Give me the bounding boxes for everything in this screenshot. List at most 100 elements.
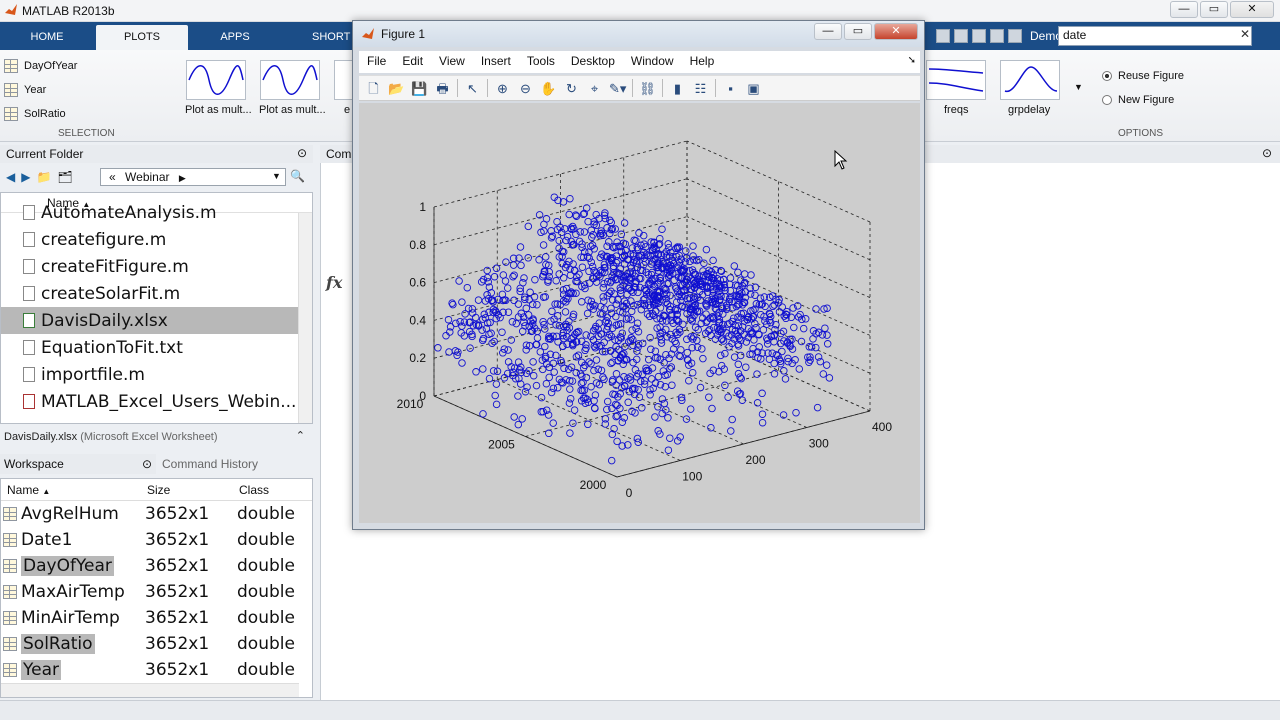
collapse-details-icon[interactable]: ⌃ (296, 429, 305, 442)
data-point (601, 420, 610, 428)
selection-item-dayofyear[interactable]: DayOfYear (4, 56, 77, 76)
zoom-in-icon[interactable]: ⊕ (494, 80, 511, 97)
plot-gallery-item-3[interactable] (334, 60, 354, 100)
file-list-scrollbar[interactable] (298, 213, 312, 423)
table-row[interactable]: Date1 3652x1 double (1, 527, 312, 553)
panel-menu-icon[interactable]: ⊙ (297, 146, 307, 160)
print-icon[interactable]: 🖶 (434, 80, 451, 97)
menu-view[interactable]: View (431, 51, 473, 73)
selection-item-year[interactable]: Year (4, 80, 46, 100)
tab-apps[interactable]: APPS (196, 25, 274, 50)
legend-icon[interactable]: ☷ (692, 80, 709, 97)
save-icon[interactable]: 💾 (411, 80, 428, 97)
folder-path-box[interactable]: « Webinar ▶ (100, 168, 286, 186)
close-button[interactable]: ✕ (1230, 1, 1274, 18)
plot-gallery-item-1[interactable] (186, 60, 246, 100)
file-item-selected[interactable]: DavisDaily.xlsx (1, 307, 312, 334)
function-browser-icon[interactable]: fx (326, 273, 342, 292)
hide-tools-icon[interactable]: ▪ (722, 80, 739, 97)
figure-minimize-button[interactable]: — (814, 23, 842, 40)
gallery-expand-icon[interactable]: ▼ (1074, 82, 1083, 92)
panel-menu-icon[interactable]: ⊙ (142, 457, 152, 471)
menu-insert[interactable]: Insert (473, 51, 519, 73)
data-point (492, 314, 500, 323)
copy-icon[interactable] (972, 29, 986, 43)
table-row[interactable]: SolRatio 3652x1 double (1, 631, 312, 657)
pan-icon[interactable]: ✋ (540, 80, 557, 97)
menu-tools[interactable]: Tools (519, 51, 563, 73)
file-item[interactable]: createSolarFit.m (1, 280, 312, 307)
table-row[interactable]: AvgRelHum 3652x1 double (1, 501, 312, 527)
figure-close-button[interactable]: ✕ (874, 23, 918, 40)
paste-icon[interactable] (990, 29, 1004, 43)
z-tick-label: 0.2 (409, 351, 426, 365)
plot-gallery-item-2[interactable] (260, 60, 320, 100)
search-documentation-input[interactable]: date (1058, 26, 1252, 46)
tab-shortcuts[interactable]: SHORT (284, 25, 354, 50)
browse-folder-icon[interactable]: 🗂 (57, 170, 72, 184)
table-row[interactable]: DayOfYear 3652x1 double (1, 553, 312, 579)
data-point (770, 370, 779, 378)
file-item[interactable]: AutomateAnalysis.m (1, 199, 312, 226)
figure-maximize-button[interactable]: ▭ (844, 23, 872, 40)
reuse-figure-option[interactable]: Reuse Figure (1102, 70, 1184, 82)
undo-icon[interactable] (1008, 29, 1022, 43)
selection-item-solratio[interactable]: SolRatio (4, 104, 66, 124)
brush-icon[interactable]: ✎▾ (609, 80, 626, 97)
dock-arrow-icon[interactable]: ➘ (908, 55, 916, 66)
edit-plot-icon[interactable]: ↖ (464, 80, 481, 97)
panel-menu-icon[interactable]: ⊙ (1262, 146, 1272, 160)
data-point (686, 405, 695, 413)
file-item[interactable]: EquationToFit.txt (1, 334, 312, 361)
tab-workspace[interactable]: Workspace ⊙ (0, 454, 156, 474)
menu-help[interactable]: Help (682, 51, 723, 73)
zoom-out-icon[interactable]: ⊖ (517, 80, 534, 97)
menu-edit[interactable]: Edit (394, 51, 431, 73)
search-folder-icon[interactable]: 🔍 (290, 169, 305, 183)
col-class[interactable]: Class (233, 483, 303, 500)
file-item[interactable]: createfigure.m (1, 226, 312, 253)
new-figure-option[interactable]: New Figure (1102, 94, 1174, 106)
data-point (819, 370, 828, 378)
maximize-button[interactable]: ▭ (1200, 1, 1228, 18)
data-point (559, 274, 568, 282)
back-icon[interactable]: ◀ (6, 170, 15, 184)
figure-title-bar[interactable]: Figure 1 — ▭ ✕ (353, 21, 924, 47)
file-item[interactable]: MATLAB_Excel_Users_Webin... (1, 388, 312, 415)
cut-icon[interactable] (954, 29, 968, 43)
menu-desktop[interactable]: Desktop (563, 51, 623, 73)
file-item[interactable]: createFitFigure.m (1, 253, 312, 280)
tab-plots[interactable]: PLOTS (96, 25, 188, 50)
col-size[interactable]: Size (141, 483, 233, 500)
tab-command-history[interactable]: Command History (158, 454, 313, 474)
file-item[interactable]: importfile.m (1, 361, 312, 388)
table-row[interactable]: MaxAirTemp 3652x1 double (1, 579, 312, 605)
forward-icon[interactable]: ▶ (21, 170, 30, 184)
open-icon[interactable]: 📂 (388, 80, 405, 97)
menu-file[interactable]: File (359, 51, 394, 73)
data-point (607, 456, 616, 465)
save-icon[interactable] (936, 29, 950, 43)
col-name[interactable]: Name ▲ (1, 483, 141, 500)
plot-gallery-item-freqs[interactable] (926, 60, 986, 100)
colorbar-icon[interactable]: ▮ (669, 80, 686, 97)
workspace-hscrollbar[interactable] (1, 683, 299, 697)
up-folder-icon[interactable]: 📁 (36, 170, 51, 184)
rotate-icon[interactable]: ↻ (563, 80, 580, 97)
data-point (698, 345, 706, 353)
minimize-button[interactable]: — (1170, 1, 1198, 18)
z-tick-label: 0.6 (409, 276, 426, 290)
dock-icon[interactable]: ▣ (745, 80, 762, 97)
path-dropdown-icon[interactable]: ▼ (272, 171, 281, 181)
table-row[interactable]: Year 3652x1 double (1, 657, 312, 683)
plot-gallery-item-grpdelay[interactable] (1000, 60, 1060, 100)
tab-home[interactable]: HOME (8, 25, 86, 50)
new-figure-icon[interactable]: 🗋 (365, 80, 382, 97)
clear-search-icon[interactable]: ✕ (1240, 27, 1250, 41)
menu-window[interactable]: Window (623, 51, 682, 73)
data-point (498, 290, 507, 299)
data-cursor-icon[interactable]: ⌖ (586, 80, 603, 97)
data-point (728, 415, 736, 424)
table-row[interactable]: MinAirTemp 3652x1 double (1, 605, 312, 631)
link-icon[interactable]: ⛓ (639, 80, 656, 97)
